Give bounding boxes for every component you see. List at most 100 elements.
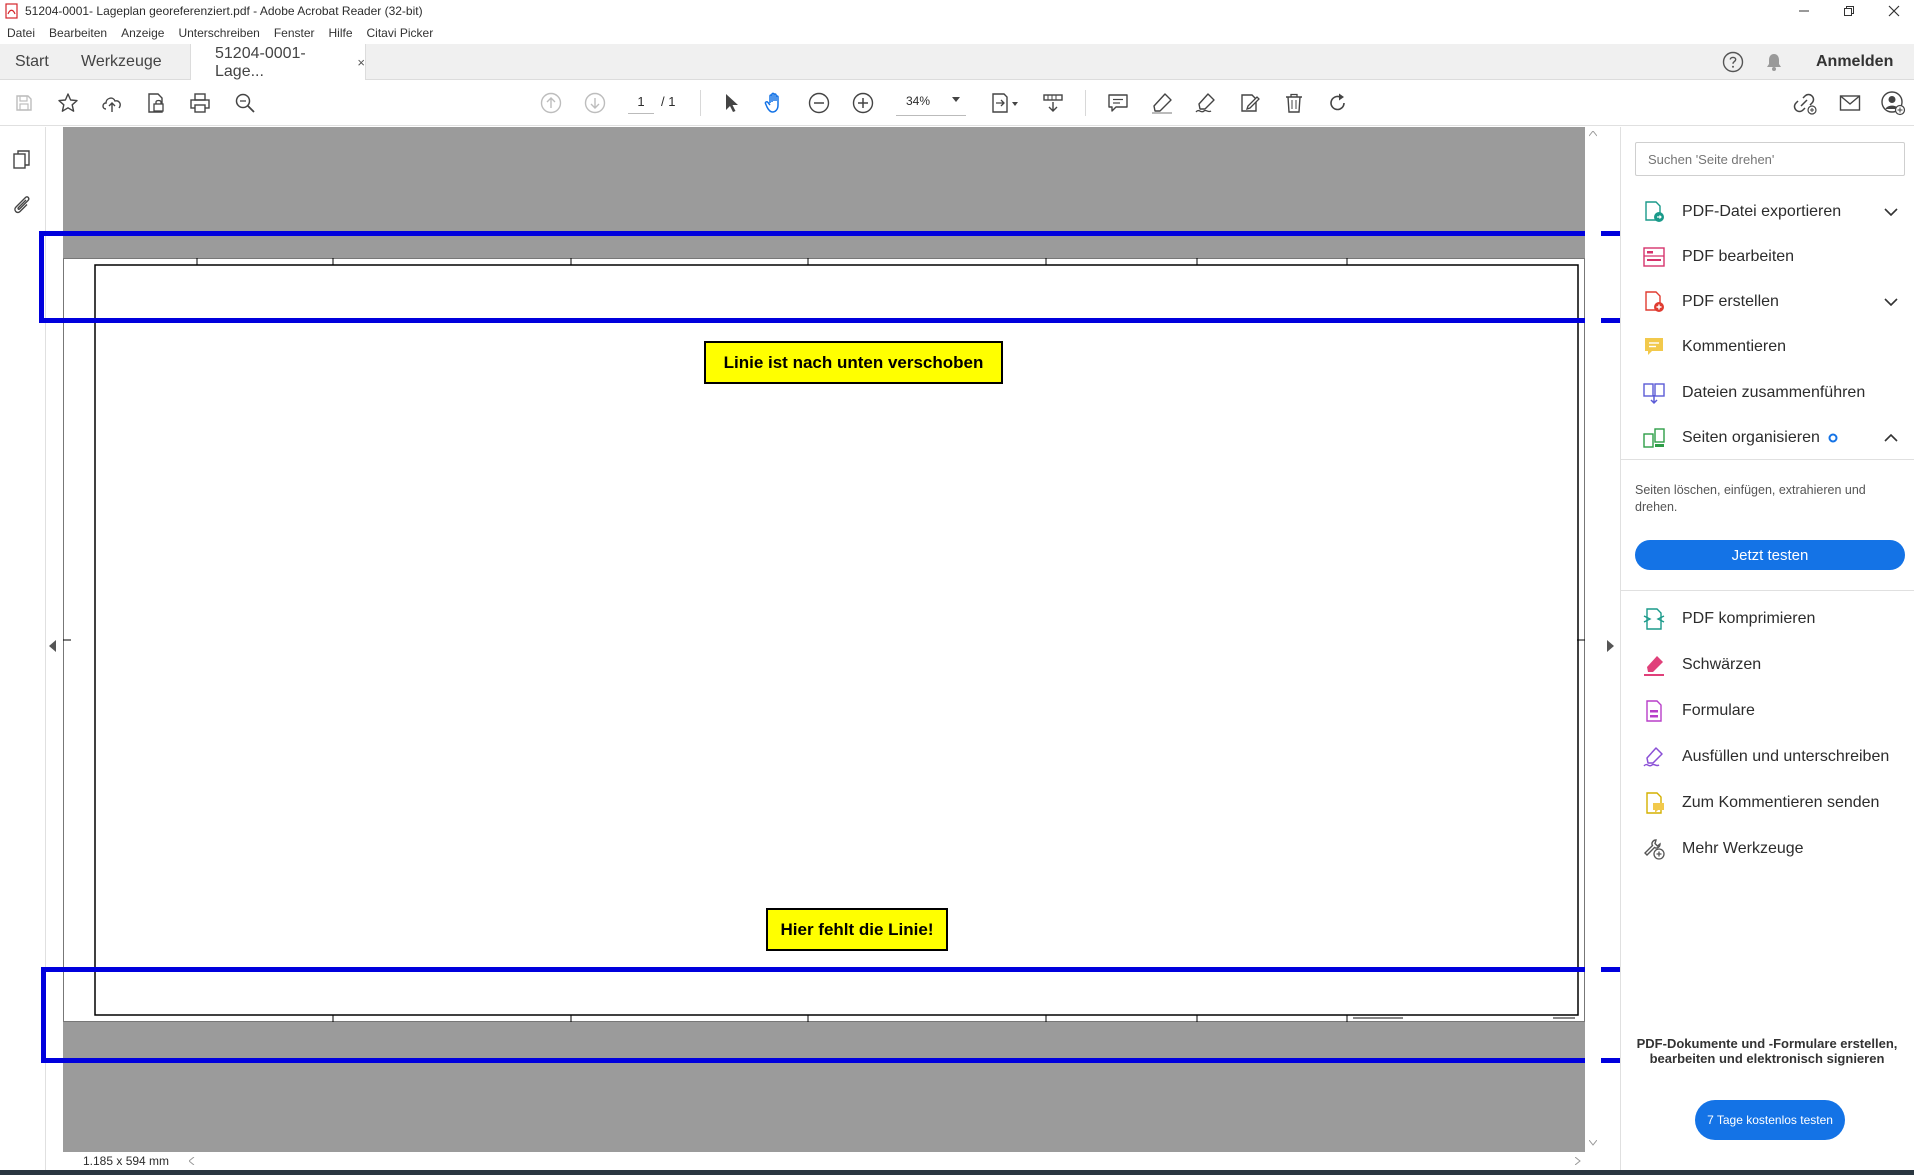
previous-page-icon[interactable]	[536, 88, 566, 118]
tool-fill-sign[interactable]: Ausfüllen und unterschreiben	[1640, 739, 1889, 775]
bookmark-star-icon[interactable]	[53, 88, 83, 118]
zoom-in-icon[interactable]	[848, 88, 878, 118]
tool-label: Mehr Werkzeuge	[1682, 840, 1804, 857]
status-bar: 1.185 x 594 mm	[63, 1152, 1585, 1170]
organize-pages-icon	[1640, 424, 1668, 452]
send-for-comments-icon	[1640, 789, 1668, 817]
tool-redact[interactable]: Schwärzen	[1640, 647, 1761, 683]
tool-edit-pdf[interactable]: PDF bearbeiten	[1640, 239, 1794, 275]
menu-datei[interactable]: Datei	[0, 26, 42, 40]
save-icon[interactable]	[9, 88, 39, 118]
collapse-left-panel-icon[interactable]	[49, 640, 57, 652]
page-number-input[interactable]: 1	[628, 94, 654, 114]
organize-description: Seiten löschen, einfügen, extrahieren un…	[1635, 483, 1866, 514]
menu-hilfe[interactable]: Hilfe	[322, 26, 360, 40]
menu-citavi-picker[interactable]: Citavi Picker	[360, 26, 441, 40]
tool-more-tools[interactable]: Mehr Werkzeuge	[1640, 831, 1804, 867]
tool-label: Seiten organisieren	[1682, 429, 1820, 446]
page-size-label: 1.185 x 594 mm	[83, 1154, 170, 1168]
tool-search-input[interactable]	[1635, 142, 1905, 176]
share-link-icon[interactable]	[1790, 88, 1820, 118]
combine-files-icon	[1640, 379, 1668, 407]
sign-pen-icon[interactable]	[1191, 88, 1221, 118]
tab-start[interactable]: Start	[15, 44, 49, 80]
tool-label: Ausfüllen und unterschreiben	[1682, 748, 1890, 765]
tool-label: PDF bearbeiten	[1682, 248, 1795, 265]
taskbar-edge	[0, 1170, 1914, 1175]
chevron-down-icon[interactable]	[1884, 208, 1898, 216]
comment-icon[interactable]	[1103, 88, 1133, 118]
delete-trash-icon[interactable]	[1279, 88, 1309, 118]
annotation-note-bottom: Hier fehlt die Linie!	[766, 908, 948, 951]
hand-tool-icon[interactable]	[760, 88, 790, 118]
menu-fenster[interactable]: Fenster	[267, 26, 322, 40]
tool-label: PDF-Datei exportieren	[1682, 203, 1842, 220]
tool-label: Zum Kommentieren senden	[1682, 794, 1880, 811]
chevron-down-icon[interactable]	[1884, 298, 1898, 306]
acrobat-app-icon	[4, 3, 20, 19]
page-fit-icon[interactable]	[987, 88, 1023, 118]
zoom-level-select[interactable]: 34%	[896, 94, 966, 116]
scroll-left-icon[interactable]	[189, 1157, 195, 1165]
scroll-up-icon[interactable]	[1589, 131, 1597, 137]
tab-tools[interactable]: Werkzeuge	[81, 44, 162, 80]
scrolling-mode-icon[interactable]	[1038, 88, 1068, 118]
attachment-paperclip-icon[interactable]	[11, 194, 33, 216]
expand-right-panel-icon[interactable]	[1606, 640, 1614, 652]
tool-create-pdf[interactable]: PDF erstellen	[1640, 284, 1898, 320]
help-icon[interactable]	[1722, 51, 1744, 73]
protect-document-icon[interactable]	[141, 88, 171, 118]
stamp-icon[interactable]	[1235, 88, 1265, 118]
scroll-down-icon[interactable]	[1589, 1140, 1597, 1146]
menu-bearbeiten[interactable]: Bearbeiten	[42, 26, 114, 40]
tool-forms[interactable]: Formulare	[1640, 693, 1755, 729]
redact-icon	[1640, 651, 1668, 679]
tool-export-pdf[interactable]: PDF-Datei exportieren	[1640, 194, 1898, 230]
divider	[1620, 590, 1914, 591]
print-icon[interactable]	[185, 88, 215, 118]
menu-bar: Datei Bearbeiten Anzeige Unterschreiben …	[0, 22, 1914, 44]
tool-combine-files[interactable]: Dateien zusammenführen	[1640, 375, 1865, 411]
scroll-right-icon[interactable]	[1575, 1157, 1581, 1165]
close-window-button[interactable]	[1872, 0, 1914, 22]
tool-label: Formulare	[1682, 702, 1755, 719]
rotate-icon[interactable]	[1323, 88, 1353, 118]
highlight-box-bottom	[41, 967, 1656, 1063]
chevron-up-icon[interactable]	[1884, 434, 1898, 442]
promo-text: PDF-Dokumente und -Formulare erstellen, …	[1636, 1036, 1898, 1066]
signin-button[interactable]: Anmelden	[1816, 53, 1893, 71]
page-thumbnails-icon[interactable]	[11, 149, 33, 171]
menu-anzeige[interactable]: Anzeige	[114, 26, 171, 40]
vertical-scrollbar[interactable]	[1585, 127, 1601, 1152]
new-feature-dot-icon	[1828, 433, 1838, 443]
highlight-pen-icon[interactable]	[1147, 88, 1177, 118]
cloud-upload-icon[interactable]	[97, 88, 127, 118]
minimize-button[interactable]	[1782, 0, 1826, 22]
tool-comment[interactable]: Kommentieren	[1640, 329, 1786, 365]
next-page-icon[interactable]	[580, 88, 610, 118]
compress-pdf-icon	[1640, 605, 1668, 633]
free-trial-button[interactable]: 7 Tage kostenlos testen	[1695, 1100, 1845, 1140]
page-total: / 1	[661, 94, 676, 109]
email-icon[interactable]	[1835, 88, 1865, 118]
tool-label: PDF erstellen	[1682, 293, 1779, 310]
tool-compress-pdf[interactable]: PDF komprimieren	[1640, 601, 1815, 637]
select-cursor-icon[interactable]	[716, 88, 746, 118]
create-pdf-icon	[1640, 288, 1668, 316]
restore-button[interactable]	[1827, 0, 1871, 22]
search-zoom-icon[interactable]	[230, 88, 260, 118]
more-tools-icon	[1640, 835, 1668, 863]
tool-send-for-comments[interactable]: Zum Kommentieren senden	[1640, 785, 1879, 821]
menu-unterschreiben[interactable]: Unterschreiben	[171, 26, 266, 40]
tool-organize-pages[interactable]: Seiten organisieren	[1640, 420, 1898, 456]
close-tab-icon[interactable]: ×	[357, 55, 365, 70]
tab-bar: Start Werkzeuge 51204-0001- Lage... × An…	[0, 44, 1914, 81]
user-share-icon[interactable]	[1878, 88, 1908, 118]
forms-icon	[1640, 697, 1668, 725]
export-pdf-icon	[1640, 198, 1668, 226]
try-now-button[interactable]: Jetzt testen	[1635, 540, 1905, 570]
tab-document[interactable]: 51204-0001- Lage... ×	[190, 44, 366, 81]
notification-bell-icon[interactable]	[1764, 52, 1784, 72]
zoom-out-icon[interactable]	[804, 88, 834, 118]
comment-icon	[1640, 333, 1668, 361]
